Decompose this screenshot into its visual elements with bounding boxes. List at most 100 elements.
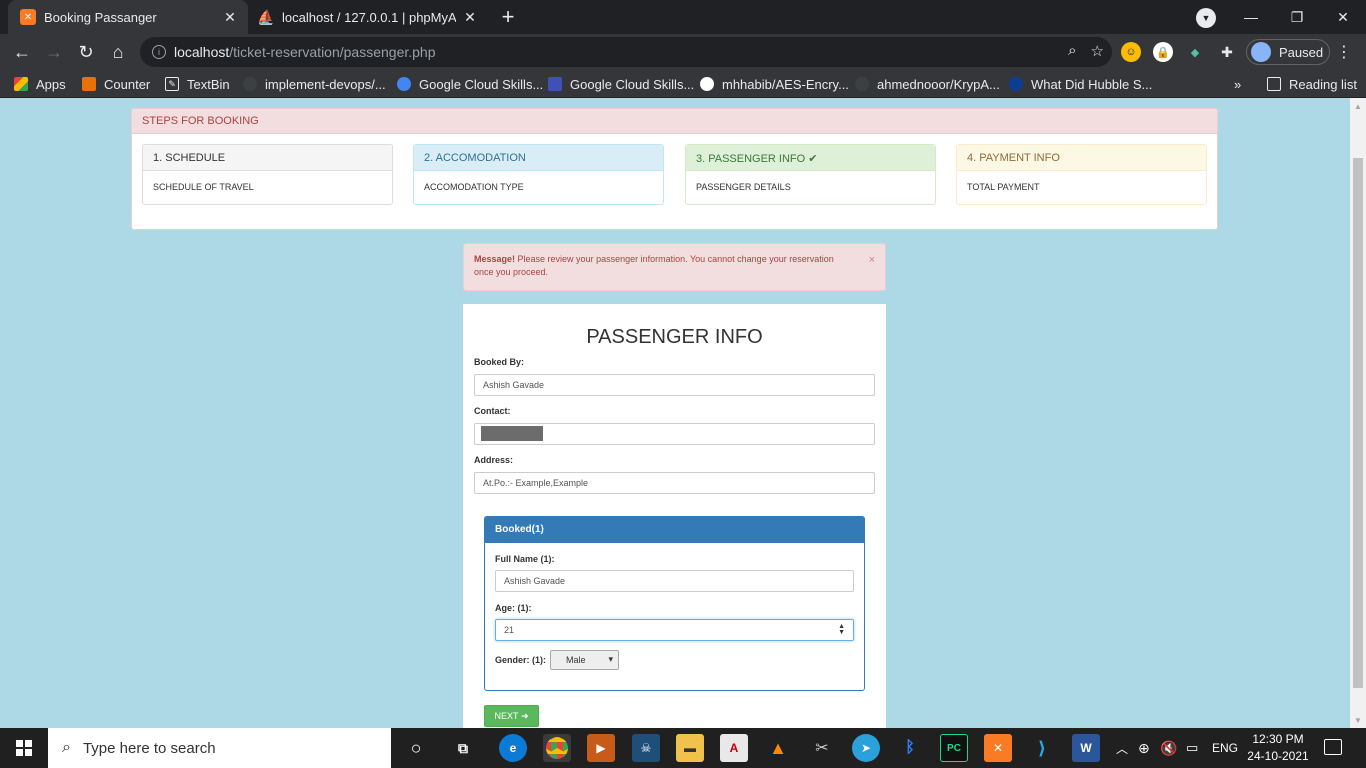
word-icon[interactable]: W [1072, 734, 1100, 762]
contact-label: Contact: [474, 406, 511, 416]
battery-icon[interactable]: ▭ [1186, 728, 1198, 768]
step-description: SCHEDULE OF TRAVEL [153, 182, 254, 192]
bookmark-hubble[interactable]: What Did Hubble S... [1009, 75, 1152, 93]
back-icon[interactable]: ← [8, 38, 36, 66]
number-spinner-icon[interactable]: ▲ ▼ [838, 623, 845, 636]
zoom-icon[interactable]: ⌕ [1068, 42, 1076, 60]
close-icon[interactable]: ✕ [222, 9, 238, 25]
contact-input[interactable] [474, 423, 875, 445]
page-viewport: STEPS FOR BOOKING 1. SCHEDULE SCHEDULE O… [0, 98, 1350, 728]
vlc-icon[interactable]: ▲ [764, 734, 792, 762]
page-scrollbar[interactable]: ▲ ▼ [1350, 98, 1366, 728]
pycharm-icon[interactable]: PC [940, 734, 968, 762]
vscode-icon[interactable]: ⟩ [1028, 734, 1056, 762]
alert-close-button[interactable]: × [869, 254, 875, 267]
bookmark-star-icon[interactable]: ☆ [1091, 42, 1104, 60]
address-input[interactable]: At.Po.:- Example,Example [474, 472, 875, 494]
language-indicator[interactable]: ENG [1212, 728, 1238, 768]
age-label: Age: (1): [495, 603, 532, 613]
volume-muted-icon[interactable]: 🔇 [1160, 728, 1177, 768]
age-input[interactable]: 21 ▲ ▼ [495, 619, 854, 641]
bookmark-counter[interactable]: Counter [82, 75, 150, 93]
bookmarks-bar: Apps Counter ✎ TextBin implement-devops/… [0, 70, 1366, 98]
bookmark-label: TextBin [187, 76, 230, 92]
url-host: localhost [174, 44, 230, 60]
avatar [1251, 42, 1271, 62]
scroll-down-icon[interactable]: ▼ [1350, 712, 1366, 728]
tab-booking-passanger[interactable]: ✕ Booking Passanger ✕ [8, 0, 248, 34]
profile-button[interactable]: Paused [1246, 39, 1330, 65]
taskbar-search[interactable]: ⌕ Type here to search [48, 728, 391, 768]
phpmyadmin-icon: ⛵ [257, 8, 275, 25]
ghost-extension-icon[interactable]: ◆ [1185, 42, 1205, 62]
step-description: ACCOMODATION TYPE [424, 182, 524, 192]
task-view-icon[interactable]: ⧉ [449, 734, 477, 762]
next-label: NEXT [494, 711, 519, 721]
restore-button[interactable]: ❐ [1274, 0, 1320, 34]
game-app-icon[interactable]: ☠ [632, 734, 660, 762]
home-icon[interactable]: ⌂ [104, 38, 132, 66]
forward-icon[interactable]: → [40, 38, 68, 66]
reading-list-icon [1267, 77, 1281, 91]
bookmark-label: Counter [104, 76, 151, 92]
taskbar-clock[interactable]: 12:30 PM 24-10-2021 [1236, 731, 1320, 765]
scroll-thumb[interactable] [1353, 158, 1363, 688]
full-name-input[interactable]: Ashish Gavade [495, 570, 854, 592]
booked-by-input[interactable]: Ashish Gavade [474, 374, 875, 396]
globe-icon[interactable]: ⊕ [1138, 728, 1150, 768]
tab-search-icon[interactable]: ▼ [1196, 8, 1216, 28]
cortana-icon[interactable]: ○ [402, 734, 430, 762]
bookmark-google-cloud-2[interactable]: Google Cloud Skills... [548, 75, 694, 93]
url-path: /ticket-reservation/passenger.php [229, 44, 436, 60]
emoji-extension-icon[interactable]: ☺ [1121, 42, 1141, 62]
step-description: TOTAL PAYMENT [967, 182, 1040, 192]
bluetooth-icon[interactable]: ᛒ [896, 734, 924, 762]
address-bar[interactable]: i localhost/ticket-reservation/passenger… [140, 37, 1112, 67]
arrow-right-icon: ➜ [520, 710, 529, 721]
windows-taskbar: ⌕ Type here to search ○ ⧉ e ▶ ☠ ▬ A ▲ ✂ … [0, 728, 1366, 768]
edge-icon[interactable]: e [499, 734, 527, 762]
bookmark-implement-devops[interactable]: implement-devops/... [243, 75, 386, 93]
lock-extension-icon[interactable]: 🔒 [1153, 42, 1173, 62]
extensions-puzzle-icon[interactable]: ✚ [1217, 42, 1237, 62]
bookmark-label: What Did Hubble S... [1031, 76, 1153, 92]
start-button[interactable] [0, 728, 48, 768]
bookmark-google-cloud-1[interactable]: Google Cloud Skills... [397, 75, 543, 93]
step-passenger-info: 3. PASSENGER INFO ✔ PASSENGER DETAILS [685, 144, 936, 205]
notification-center-icon[interactable] [1324, 739, 1342, 755]
chrome-menu-icon[interactable]: ⋮ [1336, 42, 1352, 62]
media-player-icon[interactable]: ▶ [587, 734, 615, 762]
bookmark-textbin[interactable]: ✎ TextBin [165, 75, 230, 93]
tab-phpmyadmin[interactable]: ⛵ localhost / 127.0.0.1 | phpMyAdm ✕ [252, 0, 488, 34]
booked-panel: Booked(1) Full Name (1): Ashish Gavade A… [484, 516, 865, 691]
chrome-icon[interactable] [543, 734, 571, 762]
bookmark-apps[interactable]: Apps [14, 75, 66, 93]
gender-select[interactable]: Male ▾ [550, 650, 619, 670]
minimize-button[interactable]: — [1228, 0, 1274, 34]
site-info-icon[interactable]: i [152, 45, 166, 59]
google-cloud-icon [397, 77, 411, 91]
pdf-reader-icon[interactable]: A [720, 734, 748, 762]
more-bookmarks-icon[interactable]: » [1234, 75, 1241, 93]
file-explorer-icon[interactable]: ▬ [676, 734, 704, 762]
tray-chevron-icon[interactable]: ︿ [1116, 728, 1128, 768]
bookmark-label: Google Cloud Skills... [570, 76, 695, 92]
reading-list-button[interactable]: Reading list [1267, 75, 1357, 93]
reload-icon[interactable]: ↻ [72, 38, 100, 66]
bookmark-aes-encry[interactable]: mhhabib/AES-Encry... [700, 75, 849, 93]
next-button[interactable]: NEXT ➜ [484, 705, 539, 727]
close-icon[interactable]: ✕ [462, 9, 478, 25]
xampp-icon: ✕ [20, 9, 36, 25]
close-window-button[interactable]: ✕ [1320, 0, 1366, 34]
snipping-tool-icon[interactable]: ✂ [808, 734, 836, 762]
new-tab-button[interactable]: + [496, 4, 520, 29]
xampp-icon[interactable]: ✕ [984, 734, 1012, 762]
taskbar-search-placeholder: Type here to search [82, 739, 216, 757]
github-icon [700, 77, 714, 91]
telegram-icon[interactable]: ➤ [852, 734, 880, 762]
gender-value: Male [566, 655, 586, 665]
step-title: 2. ACCOMODATION [414, 145, 663, 171]
bookmark-label: ahmednooor/KrypA... [877, 76, 1000, 92]
bookmark-krypa[interactable]: ahmednooor/KrypA... [855, 75, 1000, 93]
scroll-up-icon[interactable]: ▲ [1350, 98, 1366, 114]
